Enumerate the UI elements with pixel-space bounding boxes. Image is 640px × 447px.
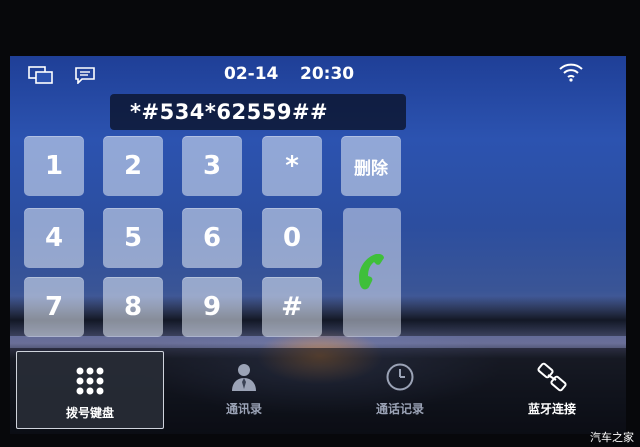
- screen-mirror-icon[interactable]: [28, 66, 54, 88]
- keypad-icon: [75, 366, 105, 400]
- dialed-number-display: *#534*62559##: [110, 94, 406, 130]
- tab-bluetooth-connection[interactable]: 蓝牙连接: [478, 348, 626, 434]
- bottom-tab-bar: 拨号键盘 通讯录 通话记录 蓝牙连接: [10, 348, 626, 434]
- tab-label: 拨号键盘: [65, 406, 114, 420]
- status-date: 02-14: [224, 64, 279, 84]
- key-5[interactable]: 5: [103, 208, 163, 268]
- tab-label: 通讯录: [225, 402, 262, 416]
- clock-icon: [385, 362, 415, 396]
- wifi-icon: [558, 62, 584, 86]
- key-6[interactable]: 6: [182, 208, 242, 268]
- phone-handset-icon: [357, 251, 387, 295]
- delete-button[interactable]: 删除: [341, 136, 401, 196]
- key-8[interactable]: 8: [103, 277, 163, 337]
- tab-label: 蓝牙连接: [527, 402, 576, 416]
- key-hash[interactable]: #: [262, 277, 322, 337]
- key-7[interactable]: 7: [24, 277, 84, 337]
- key-1[interactable]: 1: [24, 136, 84, 196]
- tab-contacts[interactable]: 通讯录: [170, 348, 318, 434]
- key-4[interactable]: 4: [24, 208, 84, 268]
- status-bar: 02-14 20:30: [10, 56, 626, 92]
- tab-label: 通话记录: [375, 402, 424, 416]
- key-star[interactable]: *: [262, 136, 322, 196]
- watermark: 汽车之家: [590, 431, 634, 444]
- key-0[interactable]: 0: [262, 208, 322, 268]
- key-3[interactable]: 3: [182, 136, 242, 196]
- key-2[interactable]: 2: [103, 136, 163, 196]
- bluetooth-link-icon: [536, 362, 568, 396]
- tab-dial-keypad[interactable]: 拨号键盘: [16, 351, 164, 429]
- contacts-icon: [231, 362, 257, 396]
- message-icon[interactable]: [74, 66, 96, 88]
- status-time: 20:30: [300, 64, 355, 84]
- call-button[interactable]: [343, 208, 401, 337]
- infotainment-screen: 02-14 20:30 *#534*62559## 1 2 3 * 删除 4 5…: [10, 56, 626, 434]
- key-9[interactable]: 9: [182, 277, 242, 337]
- tab-call-history[interactable]: 通话记录: [326, 348, 474, 434]
